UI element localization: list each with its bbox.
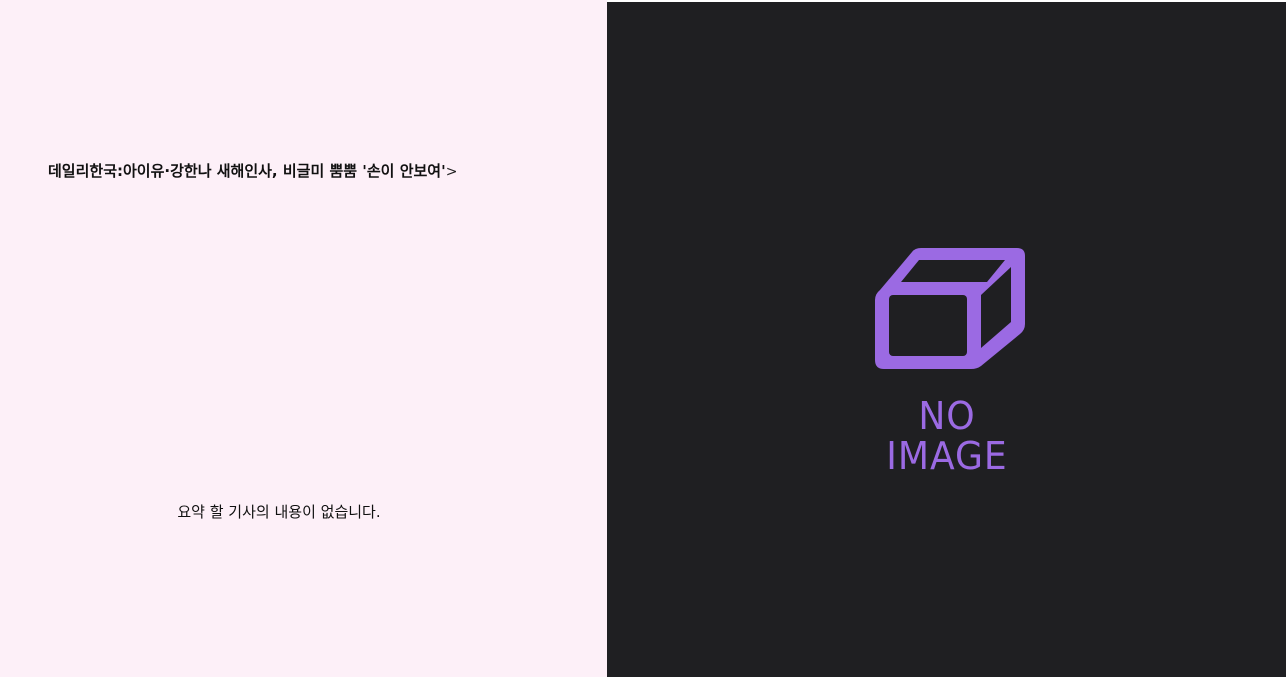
page: 데일리한국:아이유·강한나 새해인사, 비글미 뿜뿜 '손이 안보여'> 요약 … — [0, 0, 1286, 677]
article-headline[interactable]: 데일리한국:아이유·강한나 새해인사, 비글미 뿜뿜 '손이 안보여'> — [48, 160, 588, 183]
article-panel: 데일리한국:아이유·강한나 새해인사, 비글미 뿜뿜 '손이 안보여'> 요약 … — [0, 0, 607, 677]
no-image-placeholder: NO IMAGE — [847, 240, 1047, 476]
box-icon — [875, 248, 1025, 369]
headline-arrow-icon[interactable]: > — [446, 164, 458, 180]
article-summary: 요약 할 기사의 내용이 없습니다. — [177, 503, 381, 521]
article-headline-text[interactable]: 데일리한국:아이유·강한나 새해인사, 비글미 뿜뿜 '손이 안보여' — [48, 162, 446, 180]
image-panel: NO IMAGE — [607, 2, 1286, 677]
no-image-label: NO IMAGE — [886, 394, 1008, 478]
